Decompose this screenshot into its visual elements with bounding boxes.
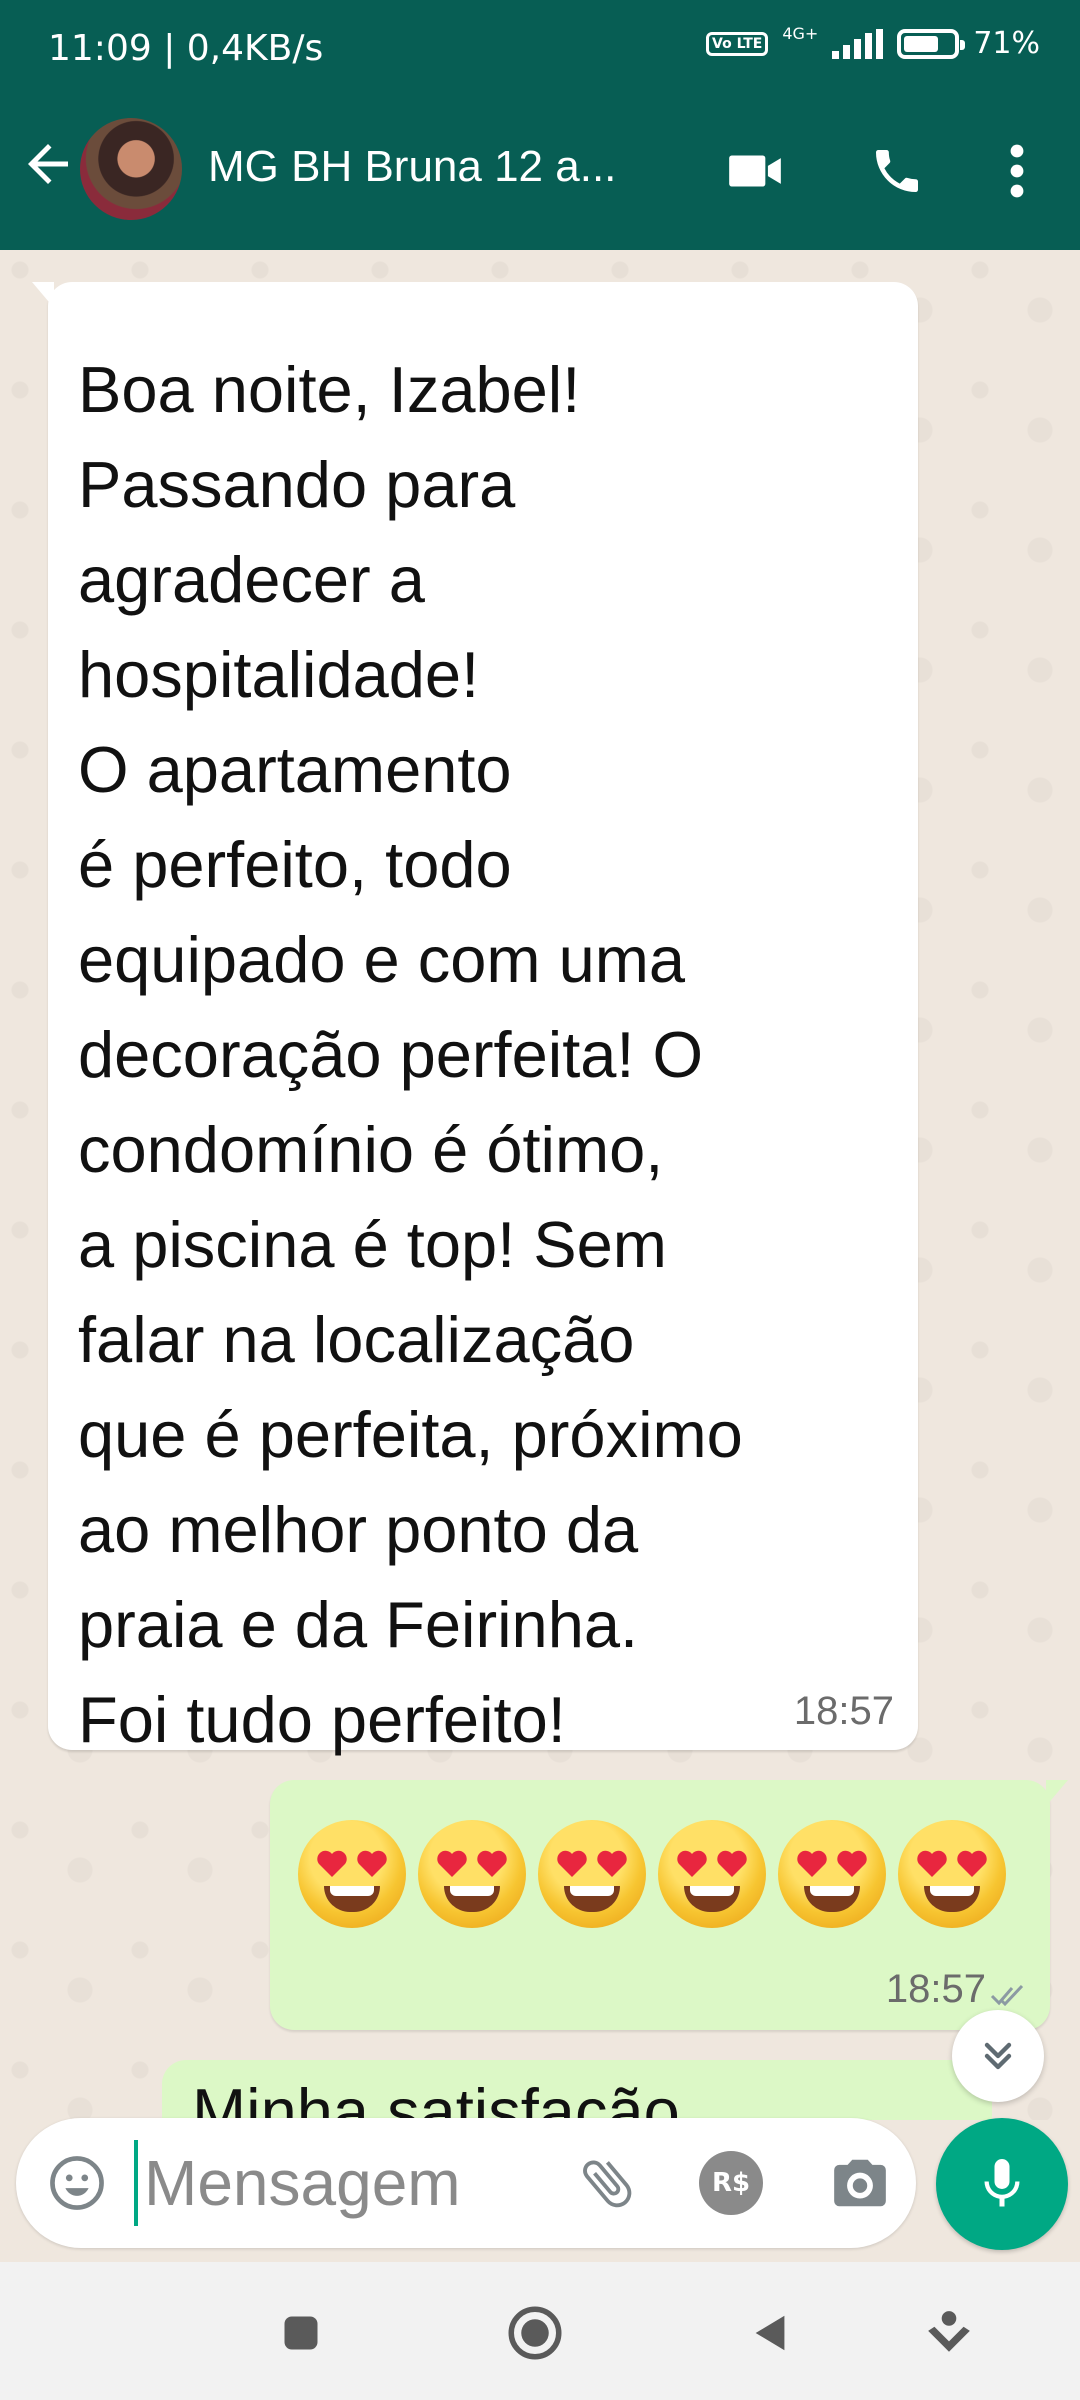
chat-header: MG BH Bruna 12 a...: [0, 100, 1080, 250]
assistant-icon: [928, 2311, 970, 2352]
heart-eyes-emoji: [418, 1820, 526, 1928]
recents-button[interactable]: [266, 2298, 336, 2368]
more-options-button[interactable]: [982, 136, 1052, 206]
camera-button[interactable]: [824, 2148, 896, 2218]
more-vert-icon: [1010, 144, 1024, 198]
emoji-icon: [50, 2156, 104, 2210]
video-call-icon: [729, 155, 781, 187]
voice-call-button[interactable]: [862, 136, 932, 206]
system-nav-bar: [0, 2262, 1080, 2400]
phone-icon: [876, 150, 918, 192]
incoming-message-time: 18:57: [793, 1689, 894, 1733]
back-button[interactable]: [18, 134, 88, 204]
chat-title[interactable]: MG BH Bruna 12 a...: [208, 142, 678, 192]
battery-icon: [897, 28, 966, 59]
heart-eyes-emoji: [538, 1820, 646, 1928]
partial-message-text: Minha satisfação: [192, 2075, 680, 2120]
outgoing-message[interactable]: 18:57: [270, 1780, 1068, 2030]
camera-icon: [834, 2159, 886, 2207]
top-bar: 11:09 | 0,4KB/s Vo LTE 4G+ 71% MG BH Bru…: [0, 0, 1080, 250]
double-chevron-down-icon: [984, 2042, 1012, 2070]
square-icon: [284, 2316, 318, 2350]
outgoing-message-time: 18:57: [885, 1967, 986, 2011]
emoji-row: [298, 1820, 1006, 1928]
chat-area[interactable]: Boa noite, Izabel! Passando para agradec…: [0, 250, 1080, 2120]
message-composer: R$: [16, 2118, 916, 2248]
message-input[interactable]: [134, 2140, 554, 2226]
battery-percent: 71%: [973, 26, 1040, 61]
status-indicators: Vo LTE 4G+ 71%: [706, 24, 1040, 61]
home-button[interactable]: [500, 2298, 570, 2368]
heart-eyes-emoji: [298, 1820, 406, 1928]
video-call-button[interactable]: [720, 136, 790, 206]
heart-eyes-emoji: [778, 1820, 886, 1928]
nav-back-button[interactable]: [736, 2298, 806, 2368]
heart-eyes-emoji: [898, 1820, 1006, 1928]
heart-eyes-emoji: [658, 1820, 766, 1928]
signal-icon: [832, 28, 884, 59]
payment-label: R$: [711, 2168, 751, 2198]
network-type: 4G+: [782, 24, 819, 43]
scroll-down-button[interactable]: [952, 2010, 1044, 2102]
triangle-back-icon: [755, 2315, 785, 2351]
attach-button[interactable]: [572, 2148, 642, 2218]
arrow-left-icon: [28, 144, 68, 184]
circle-icon: [508, 2306, 562, 2360]
mic-icon: [984, 2159, 1020, 2207]
attach-icon: [583, 2160, 632, 2208]
status-time-speed: 11:09 | 0,4KB/s: [48, 28, 324, 69]
status-bar: 11:09 | 0,4KB/s Vo LTE 4G+ 71%: [0, 0, 1080, 100]
incoming-message[interactable]: Boa noite, Izabel! Passando para agradec…: [32, 282, 918, 1756]
incoming-message-text: Boa noite, Izabel! Passando para agradec…: [78, 353, 743, 1756]
assistant-button[interactable]: [914, 2298, 984, 2368]
avatar[interactable]: [80, 118, 182, 220]
double-check-icon: [990, 1984, 1024, 2007]
mic-button[interactable]: [936, 2118, 1068, 2250]
emoji-button[interactable]: [42, 2148, 112, 2218]
outgoing-message-partial[interactable]: Minha satisfação: [162, 2060, 992, 2120]
payment-button[interactable]: R$: [699, 2151, 763, 2215]
volte-badge: Vo LTE: [706, 31, 769, 56]
